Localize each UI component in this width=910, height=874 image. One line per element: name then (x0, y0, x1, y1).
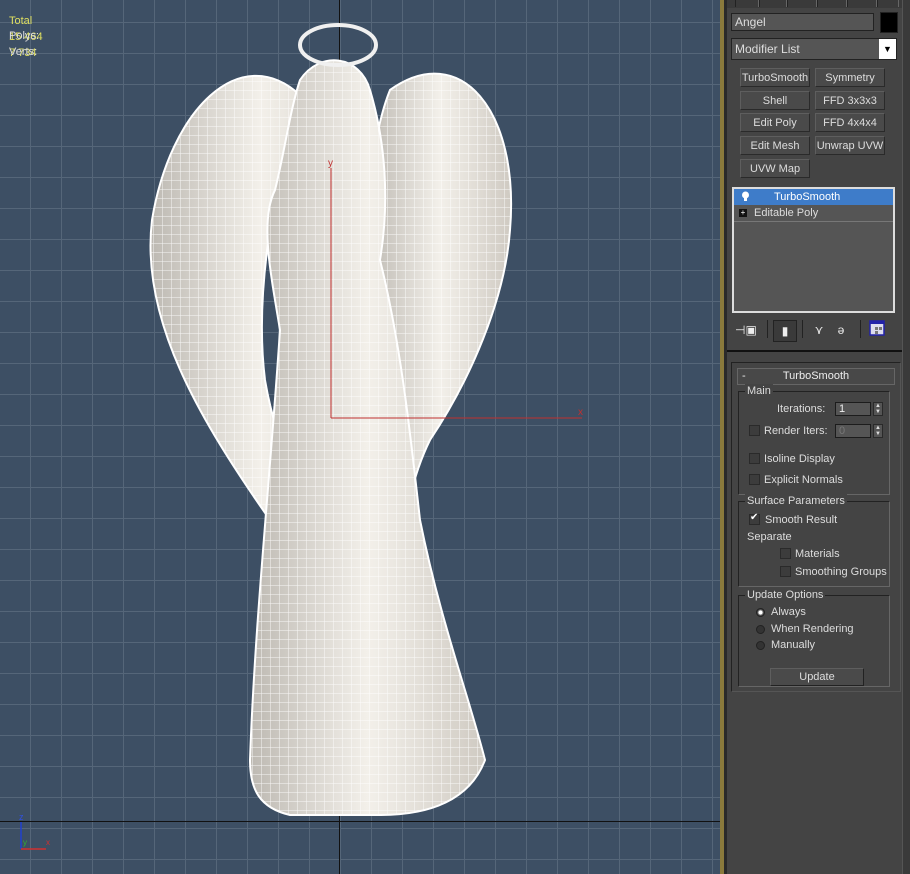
group-title-update: Update Options (745, 588, 826, 602)
explicit-normals-label: Explicit Normals (764, 474, 843, 486)
angel-model[interactable]: y x z y x (0, 0, 720, 874)
expand-plus-icon[interactable]: + (739, 209, 747, 217)
iterations-spinner[interactable]: ▲ ▼ (873, 402, 883, 416)
group-title-main: Main (745, 384, 773, 398)
tab-modify[interactable] (759, 0, 787, 7)
group-update-options: Update Options Always When Rendering Man… (738, 588, 890, 687)
modifier-button-edit-mesh[interactable]: Edit Mesh (740, 136, 810, 155)
stack-item-label: TurboSmooth (774, 191, 841, 203)
stats-verts-label: Verts: (9, 46, 38, 58)
command-panel-tabs (727, 0, 910, 8)
modifier-button-turbosmooth[interactable]: TurboSmooth (740, 68, 810, 87)
command-panel-scrollbar[interactable] (902, 0, 910, 874)
divider (767, 320, 768, 338)
smoothing-groups-checkbox[interactable] (780, 566, 791, 577)
iterations-label: Iterations: (777, 403, 826, 415)
smooth-result-label: Smooth Result (765, 514, 838, 526)
tripod-z-label: z (19, 812, 24, 822)
tab-create[interactable] (735, 0, 759, 7)
render-iters-input[interactable]: 0 (835, 424, 871, 438)
tab-utilities[interactable] (877, 0, 899, 7)
smoothing-groups-label: Smoothing Groups (795, 566, 887, 578)
halo (298, 23, 378, 67)
object-color-swatch[interactable] (880, 12, 898, 33)
tab-display[interactable] (847, 0, 877, 7)
iterations-input[interactable]: 1 (835, 402, 871, 416)
materials-label: Materials (795, 548, 840, 560)
gizmo-y-label: y (328, 158, 333, 169)
gizmo-x-label: x (578, 407, 583, 418)
modifier-button-symmetry[interactable]: Symmetry (815, 68, 885, 87)
radio-always[interactable] (756, 608, 765, 617)
update-button[interactable]: Update (770, 668, 864, 686)
isoline-display-checkbox[interactable] (749, 453, 760, 464)
modifier-button-ffd444[interactable]: FFD 4x4x4 (815, 113, 885, 132)
stats-header: Total (9, 15, 33, 27)
stack-item-label: Editable Poly (754, 207, 819, 219)
make-unique-icon[interactable]: ⋎ (809, 320, 829, 340)
group-main: Main Iterations: 1 ▲ ▼ Render Iters: 0 ▲ ▼… (738, 384, 890, 495)
show-end-result-icon[interactable]: ▮ (773, 320, 797, 342)
turbosmooth-rollout: - TurboSmooth Main Iterations: 1 ▲ ▼ Rend… (731, 362, 901, 692)
radio-always-label: Always (771, 606, 806, 618)
modifier-button-edit-poly[interactable]: Edit Poly (740, 113, 810, 132)
stack-item-turbosmooth[interactable]: TurboSmooth (734, 189, 893, 205)
viewport-front[interactable]: y x z y x Total Polys: 15 464 Verts: 7 734 (0, 0, 720, 874)
smooth-result-checkbox[interactable] (749, 512, 760, 525)
modifier-button-shell[interactable]: Shell (740, 91, 810, 110)
group-surface-parameters: Surface Parameters Smooth Result Separat… (738, 494, 890, 587)
tab-hierarchy[interactable] (787, 0, 817, 7)
tab-motion[interactable] (817, 0, 847, 7)
radio-manually[interactable] (756, 641, 765, 650)
radio-when-rendering-label: When Rendering (771, 623, 854, 635)
modifier-button-ffd333[interactable]: FFD 3x3x3 (815, 91, 885, 110)
divider (860, 320, 861, 338)
chevron-down-icon[interactable]: ▼ (879, 39, 896, 59)
object-name-input[interactable]: Angel (731, 13, 874, 31)
modifier-button-unwrap-uvw[interactable]: Unwrap UVW (815, 136, 885, 155)
pin-stack-icon[interactable]: ⊣▣ (735, 320, 757, 340)
group-title-surface: Surface Parameters (745, 494, 847, 508)
modifier-list-value: Modifier List (735, 42, 800, 56)
lightbulb-icon[interactable] (741, 191, 749, 201)
stack-item-editable-poly[interactable]: + Editable Poly (734, 205, 893, 222)
render-iters-spinner[interactable]: ▲ ▼ (873, 424, 883, 438)
isoline-display-label: Isoline Display (764, 453, 835, 465)
explicit-normals-checkbox[interactable] (749, 474, 760, 485)
radio-when-rendering[interactable] (756, 625, 765, 634)
render-iters-checkbox[interactable] (749, 425, 760, 436)
modifier-stack[interactable]: TurboSmooth + Editable Poly (732, 187, 895, 313)
collapse-icon: - (742, 370, 746, 382)
radio-manually-label: Manually (771, 639, 816, 651)
stats-polys-label: Polys: (9, 30, 39, 42)
render-iters-label: Render Iters: (764, 425, 828, 437)
configure-modifier-sets-icon[interactable] (867, 320, 887, 340)
rollout-title: TurboSmooth (782, 370, 850, 382)
modifier-list-dropdown[interactable]: Modifier List ▼ (731, 38, 897, 60)
command-panel: Angel Modifier List ▼ TurboSmooth Symmet… (727, 0, 910, 874)
rollout-header-turbosmooth[interactable]: - TurboSmooth (737, 368, 895, 385)
modifier-button-uvw-map[interactable]: UVW Map (740, 159, 810, 178)
separate-label: Separate (747, 531, 792, 543)
materials-checkbox[interactable] (780, 548, 791, 559)
tripod-x-label: x (46, 838, 50, 847)
tripod-y-label: y (23, 838, 27, 847)
divider (727, 350, 902, 352)
divider (802, 320, 803, 338)
remove-modifier-icon[interactable]: ə (831, 320, 851, 340)
viewport-statistics: Total Polys: 15 464 Verts: 7 734 (9, 13, 43, 61)
axis-tripod: z y x (19, 812, 50, 850)
